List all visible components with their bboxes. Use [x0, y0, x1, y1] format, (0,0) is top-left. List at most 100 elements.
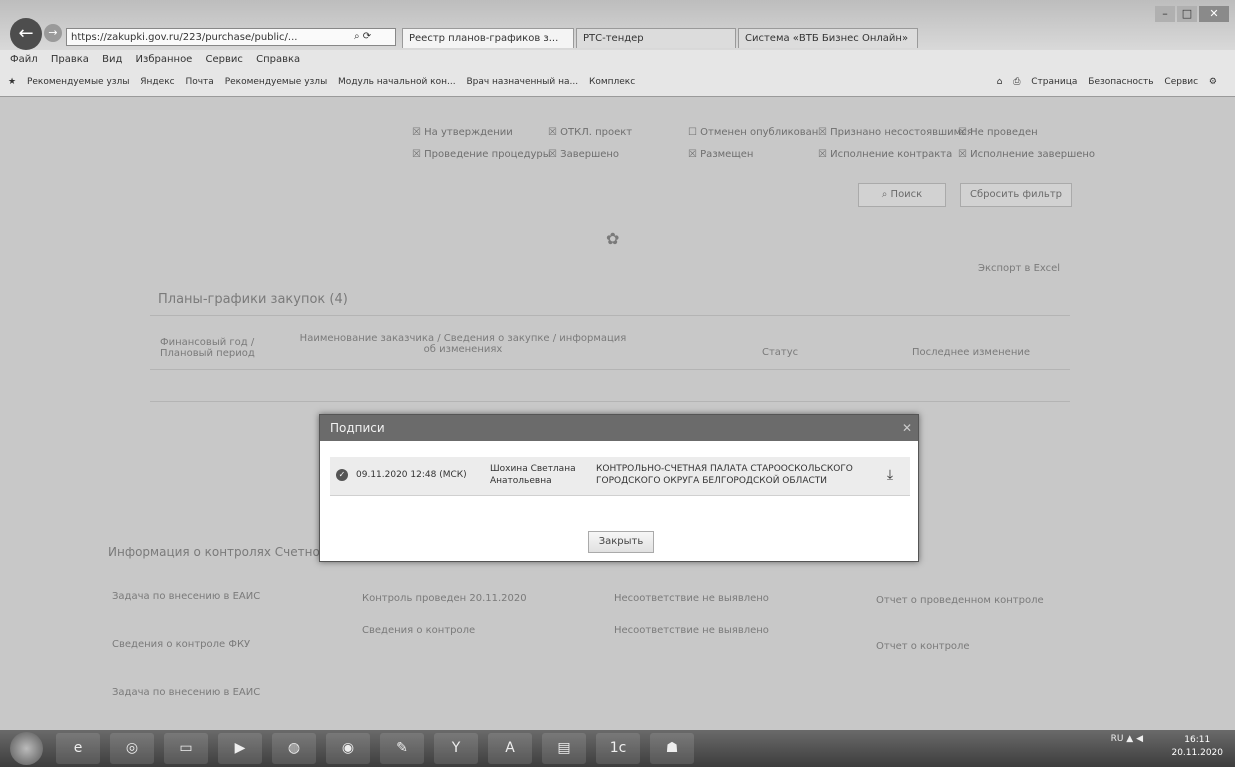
filter-label: На утверждении — [424, 127, 513, 138]
search-button[interactable]: ⌕ Поиск — [858, 183, 946, 207]
window-close-button[interactable]: ✕ — [1199, 6, 1229, 22]
filter-checkbox-8[interactable]: ☒ Размещен — [688, 149, 753, 160]
app-taskbar-icon[interactable]: ◍ — [272, 733, 316, 764]
app6-taskbar-icon[interactable]: ☗ — [650, 733, 694, 764]
table-row-0-c0: Задача по внесению в ЕАИС — [112, 591, 261, 602]
filter-label: Признано несостоявшимся — [830, 127, 973, 138]
language-indicator[interactable]: RU — [1111, 734, 1124, 744]
gear-icon[interactable]: ⚙ — [1209, 77, 1217, 87]
signature-signer: Шохина Светлана Анатольевна — [490, 464, 576, 486]
ie-taskbar-icon[interactable]: e — [56, 733, 100, 764]
filter-checkbox-5[interactable]: ☒ Не проведен — [958, 127, 1038, 138]
filter-checkbox-6[interactable]: ☒ Проведение процедуры — [412, 149, 551, 160]
filter-label: Исполнение контракта — [830, 149, 953, 160]
network-icon[interactable]: ▲ — [1126, 734, 1133, 744]
close-button[interactable]: Закрыть — [588, 531, 654, 553]
forward-button[interactable]: → — [44, 24, 62, 42]
menu-tools[interactable]: Сервис — [206, 54, 243, 65]
cmd-page[interactable]: Страница — [1031, 77, 1077, 87]
maximize-button[interactable]: □ — [1177, 6, 1197, 22]
app2-taskbar-icon[interactable]: ◉ — [326, 733, 370, 764]
star-icon[interactable]: ★ — [8, 77, 16, 87]
browser-chrome: – □ ✕ ← → https://zakupki.gov.ru/223/pur… — [0, 0, 1235, 97]
filter-checkbox-10[interactable]: ☒ Исполнение завершено — [958, 149, 1095, 160]
fav-item-2[interactable]: Почта — [185, 77, 213, 87]
tab-register[interactable]: Реестр планов-графиков з... — [402, 28, 574, 48]
filter-label: Отменен опубликован — [700, 127, 819, 138]
signature-organization: КОНТРОЛЬНО-СЧЕТНАЯ ПАЛАТА СТАРООСКОЛЬСКО… — [596, 464, 853, 486]
tab-rts[interactable]: РТС-тендер — [576, 28, 736, 48]
search-button-label: Поиск — [890, 189, 923, 200]
menu-view[interactable]: Вид — [102, 54, 122, 65]
volume-icon[interactable]: ◀ — [1136, 734, 1143, 744]
pdf-taskbar-icon[interactable]: A — [488, 733, 532, 764]
filter-checkbox-9[interactable]: ☒ Исполнение контракта — [818, 149, 952, 160]
divider — [150, 401, 1070, 402]
fav-item-5[interactable]: Врач назначенный на... — [466, 77, 578, 87]
filter-label: Проведение процедуры — [424, 149, 551, 160]
player-taskbar-icon[interactable]: ▶ — [218, 733, 262, 764]
table-row-0-c2: Несоответствие не выявлено — [614, 593, 769, 604]
dialog-title: Подписи — [330, 421, 385, 435]
table-row-1-c3: Отчет о контроле — [876, 641, 970, 652]
folder-taskbar-icon[interactable]: ▭ — [164, 733, 208, 764]
menu-edit[interactable]: Правка — [51, 54, 89, 65]
search-icon[interactable]: ⌕ — [354, 31, 360, 42]
filter-label: Не проведен — [970, 127, 1038, 138]
filter-checkbox-4[interactable]: ☒ Признано несостоявшимся — [818, 127, 973, 138]
tab-vtb[interactable]: Система «ВТБ Бизнес Онлайн» — [738, 28, 918, 48]
table-row-2-c0: Задача по внесению в ЕАИС — [112, 687, 261, 698]
divider — [150, 315, 1070, 316]
print-icon[interactable]: ⎙ — [1013, 77, 1020, 87]
fav-item-1[interactable]: Яндекс — [140, 77, 174, 87]
filter-checkbox-3[interactable]: ☐ Отменен опубликован — [688, 127, 818, 138]
col-fin-year: Финансовый год / Плановый период — [160, 337, 255, 359]
system-tray: RU ▲ ◀ — [1111, 734, 1143, 744]
dialog-header: Подписи ✕ — [320, 415, 918, 441]
address-bar[interactable]: https://zakupki.gov.ru/223/purchase/publ… — [66, 28, 396, 46]
fav-item-4[interactable]: Модуль начальной кон... — [338, 77, 456, 87]
fav-item-6[interactable]: Комплекс — [589, 77, 635, 87]
taskbar: e ◎ ▭ ▶ ◍ ◉ ✎ Y A ▤ 1c ☗ RU ▲ ◀ 16:11 20… — [0, 730, 1235, 767]
start-button[interactable] — [10, 732, 43, 765]
signature-row[interactable]: ✓ 09.11.2020 12:48 (МСК) Шохина Светлана… — [330, 457, 910, 496]
command-bar: ⌂ ⎙ Страница Безопасность Сервис ⚙ — [989, 72, 1217, 92]
clock[interactable]: 16:11 20.11.2020 — [1171, 734, 1223, 760]
filter-label: Завершено — [560, 149, 620, 160]
menu-file[interactable]: Файл — [10, 54, 38, 65]
filter-checkbox-7[interactable]: ☒ Завершено — [548, 149, 619, 160]
cmd-tools[interactable]: Сервис — [1164, 77, 1198, 87]
refresh-icon[interactable]: ⟳ — [363, 31, 371, 42]
filter-checkbox-1[interactable]: ☒ На утверждении — [412, 127, 513, 138]
chrome-taskbar-icon[interactable]: ◎ — [110, 733, 154, 764]
signature-date: 09.11.2020 12:48 (МСК) — [356, 470, 467, 480]
col-status: Статус — [762, 347, 799, 358]
loading-icon: ✿ — [606, 229, 620, 248]
back-button[interactable]: ← — [10, 18, 42, 50]
reset-filter-button[interactable]: Сбросить фильтр — [960, 183, 1072, 207]
fav-item-0[interactable]: Рекомендуемые узлы — [27, 77, 129, 87]
cmd-security[interactable]: Безопасность — [1088, 77, 1153, 87]
app4-taskbar-icon[interactable]: ▤ — [542, 733, 586, 764]
table-row-1-c2: Несоответствие не выявлено — [614, 625, 769, 636]
yandex-taskbar-icon[interactable]: Y — [434, 733, 478, 764]
section-title: Планы-графики закупок (4) — [158, 292, 348, 307]
menu-bar: Файл Правка Вид Избранное Сервис Справка — [0, 52, 1235, 68]
filter-label: Исполнение завершено — [970, 149, 1096, 160]
filter-checkbox-2[interactable]: ☒ ОТКЛ. проект — [548, 127, 632, 138]
close-icon[interactable]: ✕ — [902, 415, 912, 441]
arrow-right-icon: → — [48, 26, 58, 39]
download-icon[interactable]: ⤓ — [880, 465, 900, 485]
col-published: Последнее изменение — [912, 347, 1031, 358]
filter-label: Размещен — [700, 149, 754, 160]
table-row-0-c1: Контроль проведен 20.11.2020 — [362, 593, 527, 604]
clock-date: 20.11.2020 — [1171, 748, 1223, 758]
export-link[interactable]: Экспорт в Excel — [978, 263, 1060, 274]
minimize-button[interactable]: – — [1155, 6, 1175, 22]
fav-item-3[interactable]: Рекомендуемые узлы — [225, 77, 327, 87]
app3-taskbar-icon[interactable]: ✎ — [380, 733, 424, 764]
menu-favorites[interactable]: Избранное — [136, 54, 193, 65]
menu-help[interactable]: Справка — [256, 54, 300, 65]
home-icon[interactable]: ⌂ — [997, 77, 1003, 87]
app5-taskbar-icon[interactable]: 1c — [596, 733, 640, 764]
